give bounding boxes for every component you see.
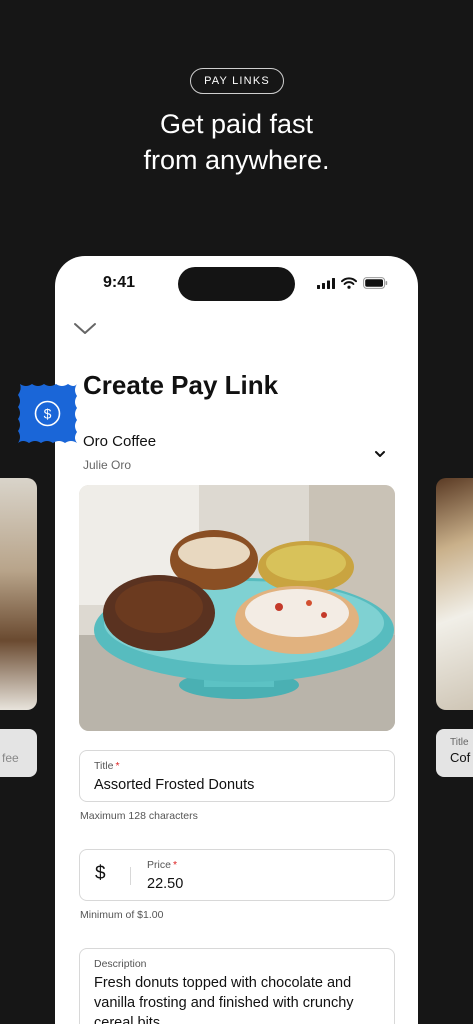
signal-icon <box>317 277 335 289</box>
battery-icon <box>363 277 388 289</box>
side-card-right-label: Title <box>450 737 469 748</box>
price-hint: Minimum of $1.00 <box>80 909 164 921</box>
svg-text:$: $ <box>44 406 52 422</box>
dynamic-island <box>178 267 295 301</box>
side-card-left-photo <box>0 478 37 710</box>
merchant-owner: Julie Oro <box>83 458 132 472</box>
wifi-icon <box>341 277 357 289</box>
collapse-chevron-icon[interactable] <box>73 322 97 341</box>
description-field-value: Fresh donuts topped with chocolate and v… <box>94 975 354 1024</box>
side-card-left-field: fee <box>0 729 37 777</box>
title-field-label: Title * <box>94 760 120 772</box>
pay-links-pill: PAY LINKS <box>190 68 284 94</box>
price-field-label: Price * <box>147 859 178 871</box>
headline-line-1: Get paid fast <box>159 109 314 139</box>
merchant-name: Oro Coffee <box>83 433 157 450</box>
side-card-right-field: Title Cof <box>436 729 473 777</box>
title-field[interactable]: Title * Assorted Frosted Donuts <box>79 750 395 802</box>
description-field[interactable]: Description Fresh donuts topped with cho… <box>79 948 395 1024</box>
price-divider <box>130 867 131 885</box>
price-field-value: 22.50 <box>147 876 184 892</box>
dollar-sign-icon: $ <box>95 863 106 884</box>
donut-plate-illustration <box>79 485 395 731</box>
dollar-badge: $ <box>14 380 81 447</box>
status-icons <box>317 277 388 289</box>
page-title: Create Pay Link <box>83 370 279 400</box>
dollar-icon: $ <box>18 384 77 443</box>
price-field[interactable]: $ Price * 22.50 <box>79 849 395 901</box>
product-photo[interactable] <box>79 485 395 731</box>
side-card-left-value: fee <box>2 751 19 765</box>
description-field-label: Description <box>94 958 147 970</box>
status-time: 9:41 <box>103 274 136 291</box>
phone-screen: 9:41 Create Pay Link Oro Coffee Julie Or… <box>55 256 418 1024</box>
headline-line-2: from anywhere. <box>143 145 330 175</box>
title-hint: Maximum 128 characters <box>80 810 198 822</box>
merchant-dropdown-chevron-icon[interactable] <box>373 446 387 464</box>
side-card-right-photo <box>436 478 473 710</box>
title-field-value: Assorted Frosted Donuts <box>94 777 255 793</box>
side-card-right-value: Cof <box>450 750 471 765</box>
